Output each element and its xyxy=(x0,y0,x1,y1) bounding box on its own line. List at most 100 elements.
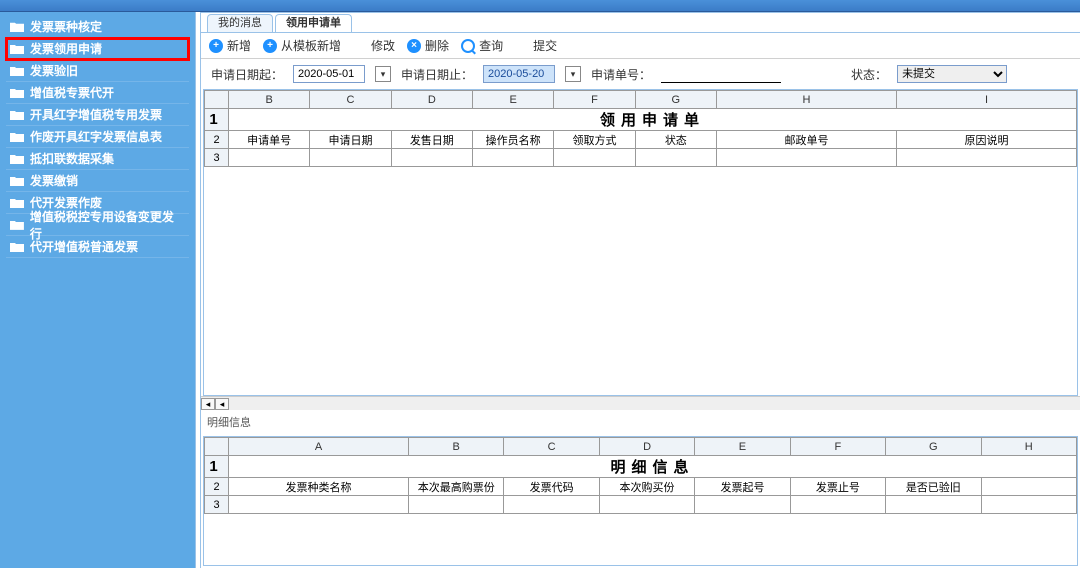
col-header[interactable]: E xyxy=(472,91,553,109)
col-header[interactable]: H xyxy=(717,91,897,109)
status-select[interactable]: 未提交 xyxy=(897,65,1007,83)
col-header[interactable]: I xyxy=(897,91,1077,109)
col-header[interactable]: B xyxy=(409,438,504,456)
folder-icon xyxy=(10,109,24,120)
calendar-icon[interactable]: ▾ xyxy=(375,66,391,82)
col-header[interactable]: C xyxy=(310,91,391,109)
col-header[interactable]: G xyxy=(886,438,981,456)
sidebar-item-label: 作废开具红字发票信息表 xyxy=(30,128,162,145)
submit-icon: ✉ xyxy=(515,39,529,53)
main-grid-scrollbar[interactable]: ◂ ◂ xyxy=(201,396,1080,410)
detail-grid[interactable]: A B C D E F G H 1 明细信息 2 发票种类名称 本次最高购票份 xyxy=(203,436,1078,566)
date-from-label: 申请日期起： xyxy=(211,66,283,83)
folder-icon xyxy=(10,241,24,252)
grid-corner[interactable] xyxy=(205,91,229,109)
table-title: 领用申请单 xyxy=(229,109,1077,131)
filter-bar: 申请日期起： ▾ 申请日期止： ▾ 申请单号： 状态： 未提交 xyxy=(201,59,1080,89)
app-frame: 发票票种核定 发票领用申请 发票验旧 增值税专票代开 开具红字增值税专用发票 作… xyxy=(0,12,1080,568)
delete-icon: × xyxy=(407,39,421,53)
sidebar-item-label: 发票票种核定 xyxy=(30,18,102,35)
sidebar-item-vat-special-proxy[interactable]: 增值税专票代开 xyxy=(6,82,189,104)
col-header[interactable]: D xyxy=(599,438,694,456)
button-label: 修改 xyxy=(371,37,395,54)
new-from-template-button[interactable]: +从模板新增 xyxy=(263,37,341,54)
col-header[interactable]: C xyxy=(504,438,599,456)
folder-icon xyxy=(10,131,24,142)
row-header[interactable]: 3 xyxy=(205,149,229,167)
sidebar-item-red-invoice-issue[interactable]: 开具红字增值税专用发票 xyxy=(6,104,189,126)
tab-my-messages[interactable]: 我的消息 xyxy=(207,14,273,32)
folder-icon xyxy=(10,43,24,54)
folder-icon xyxy=(10,153,24,164)
col-header[interactable]: A xyxy=(229,438,409,456)
row-header[interactable]: 1 xyxy=(205,109,229,131)
sidebar-item-invoice-verify-old[interactable]: 发票验旧 xyxy=(6,60,189,82)
header-cell: 发票起号 xyxy=(695,478,790,496)
main-grid[interactable]: B C D E F G H I 1 领用申请单 2 申请单号 申请日期 xyxy=(203,89,1078,396)
sidebar-item-label: 发票领用申请 xyxy=(30,40,102,57)
detail-section-label: 明细信息 xyxy=(201,410,1080,434)
col-header[interactable]: D xyxy=(391,91,472,109)
button-label: 查询 xyxy=(479,37,503,54)
col-header[interactable]: G xyxy=(635,91,716,109)
sidebar-item-label: 抵扣联数据采集 xyxy=(30,150,114,167)
col-header[interactable]: F xyxy=(554,91,635,109)
row-header[interactable]: 2 xyxy=(205,478,229,496)
submit-button[interactable]: ✉提交 xyxy=(515,37,557,54)
row-header[interactable]: 3 xyxy=(205,496,229,514)
main-panel: 我的消息 领用申请单 + 新增 +从模板新增 ✎ 修改 × 删除 查询 ✉提交 申请日… xyxy=(201,12,1080,568)
date-from-input[interactable] xyxy=(293,65,365,83)
row-header[interactable]: 2 xyxy=(205,131,229,149)
folder-icon xyxy=(10,87,24,98)
row-header[interactable]: 1 xyxy=(205,456,229,478)
delete-button[interactable]: × 删除 xyxy=(407,37,449,54)
sidebar-item-void-red-info[interactable]: 作废开具红字发票信息表 xyxy=(6,126,189,148)
sidebar-item-invoice-type-check[interactable]: 发票票种核定 xyxy=(6,16,189,38)
col-header[interactable]: F xyxy=(790,438,885,456)
table-header-row: 2 发票种类名称 本次最高购票份 发票代码 本次购买份 发票起号 发票止号 是否… xyxy=(205,478,1077,496)
header-cell: 状态 xyxy=(635,131,716,149)
col-header[interactable]: H xyxy=(981,438,1076,456)
folder-icon xyxy=(10,21,24,32)
date-to-input[interactable] xyxy=(483,65,555,83)
table-header-row: 2 申请单号 申请日期 发售日期 操作员名称 领取方式 状态 邮政单号 原因说明 xyxy=(205,131,1077,149)
grid-corner[interactable] xyxy=(205,438,229,456)
header-cell: 领取方式 xyxy=(554,131,635,149)
sidebar-item-invoice-apply[interactable]: 发票领用申请 xyxy=(6,38,189,60)
sidebar-item-invoice-cancel[interactable]: 发票缴销 xyxy=(6,170,189,192)
pencil-icon: ✎ xyxy=(353,39,367,53)
toolbar: + 新增 +从模板新增 ✎ 修改 × 删除 查询 ✉提交 xyxy=(201,33,1080,59)
header-cell xyxy=(981,478,1076,496)
table-row[interactable]: 3 xyxy=(205,496,1077,514)
sidebar-item-vat-device-change[interactable]: 增值税税控专用设备变更发行 xyxy=(6,214,189,236)
calendar-icon[interactable]: ▾ xyxy=(565,66,581,82)
header-cell: 原因说明 xyxy=(897,131,1077,149)
header-cell: 是否已验旧 xyxy=(886,478,981,496)
number-input[interactable] xyxy=(661,65,781,83)
edit-button[interactable]: ✎ 修改 xyxy=(353,37,395,54)
main-table: B C D E F G H I 1 领用申请单 2 申请单号 申请日期 xyxy=(204,90,1077,167)
table-row[interactable]: 3 xyxy=(205,149,1077,167)
header-cell: 本次最高购票份 xyxy=(409,478,504,496)
plus-icon: + xyxy=(209,39,223,53)
button-label: 新增 xyxy=(227,37,251,54)
sidebar-item-deduction-collect[interactable]: 抵扣联数据采集 xyxy=(6,148,189,170)
button-label: 从模板新增 xyxy=(281,37,341,54)
table-title: 明细信息 xyxy=(229,456,1077,478)
new-button[interactable]: + 新增 xyxy=(209,37,251,54)
folder-icon xyxy=(10,219,24,230)
scroll-left-icon[interactable]: ◂ xyxy=(201,398,215,410)
search-button[interactable]: 查询 xyxy=(461,37,503,54)
button-label: 删除 xyxy=(425,37,449,54)
scroll-left-icon[interactable]: ◂ xyxy=(215,398,229,410)
tab-label: 我的消息 xyxy=(218,17,262,29)
col-header[interactable]: E xyxy=(695,438,790,456)
window-titlebar xyxy=(0,0,1080,12)
sidebar-item-label: 代开增值税普通发票 xyxy=(30,238,138,255)
header-cell: 操作员名称 xyxy=(472,131,553,149)
col-header-row: B C D E F G H I xyxy=(205,91,1077,109)
tab-apply-form[interactable]: 领用申请单 xyxy=(275,14,352,32)
header-cell: 本次购买份 xyxy=(599,478,694,496)
col-header[interactable]: B xyxy=(229,91,310,109)
search-icon xyxy=(461,39,475,53)
